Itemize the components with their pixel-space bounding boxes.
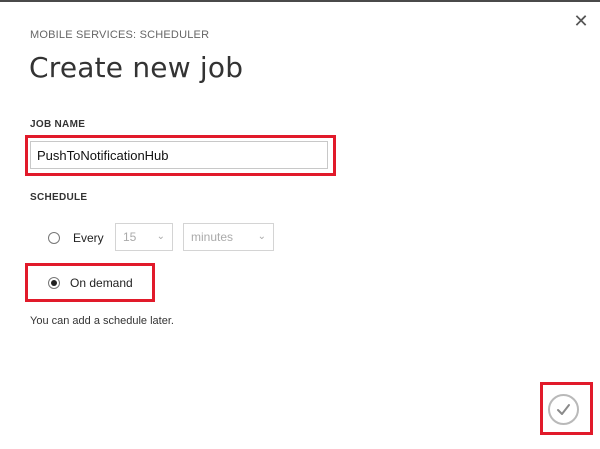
close-icon: ✕ <box>573 11 589 31</box>
job-name-label: JOB NAME <box>30 119 86 130</box>
interval-select[interactable]: 15 ⌄ <box>115 223 173 251</box>
schedule-label: SCHEDULE <box>30 192 88 203</box>
page-title: Create new job <box>29 51 244 84</box>
every-radio[interactable] <box>48 232 60 244</box>
top-rule <box>0 0 600 2</box>
chevron-down-icon: ⌄ <box>257 231 266 242</box>
on-demand-radio[interactable] <box>48 277 60 289</box>
unit-select[interactable]: minutes ⌄ <box>183 223 274 251</box>
breadcrumb: MOBILE SERVICES: SCHEDULER <box>30 29 210 41</box>
on-demand-label[interactable]: On demand <box>70 276 133 290</box>
job-name-input[interactable] <box>30 141 328 169</box>
every-label[interactable]: Every <box>73 231 104 245</box>
checkmark-icon <box>557 404 570 415</box>
interval-value: 15 <box>123 230 137 244</box>
close-button[interactable]: ✕ <box>570 10 592 32</box>
confirm-button[interactable] <box>548 394 579 425</box>
schedule-hint: You can add a schedule later. <box>30 315 174 327</box>
unit-value: minutes <box>191 230 234 244</box>
chevron-down-icon: ⌄ <box>156 231 165 242</box>
